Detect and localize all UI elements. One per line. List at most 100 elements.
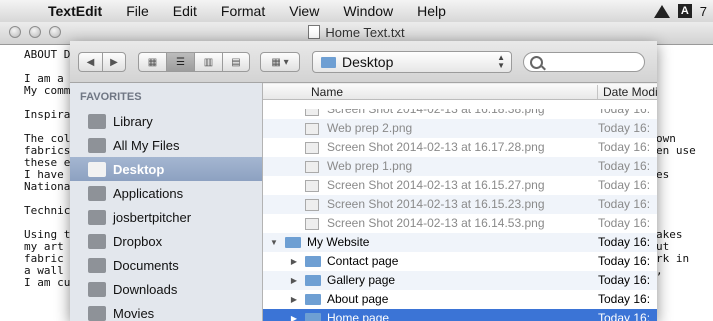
sidebar-item-label: josbertpitcher	[113, 209, 192, 225]
back-button[interactable]: ◀	[78, 52, 102, 72]
finder-sheet: ◀ ▶ ▦ ☰ ▥ ▤ ▦ ▾ Desktop ▲ ▼ FAVORITES Lib…	[70, 41, 658, 321]
search-input[interactable]	[546, 55, 642, 69]
adobe-icon[interactable]: A	[677, 4, 692, 18]
file-row[interactable]: ▶ About page Today 16:	[263, 290, 657, 309]
sidebar-item-library[interactable]: Library	[70, 109, 262, 133]
text-line: My comm	[24, 84, 71, 97]
sidebar-item-all-my-files[interactable]: All My Files	[70, 133, 262, 157]
chevron-left-icon: ◀	[86, 56, 95, 68]
file-date-modified: Today 16:	[598, 159, 651, 173]
documents-folder-icon	[88, 257, 106, 273]
movies-folder-icon	[88, 305, 106, 321]
list-header: Name Date Modi	[263, 84, 658, 100]
file-row[interactable]: Screen Shot 2014-02-13 at 16.18.38.png To…	[263, 100, 657, 119]
disclosure-open-icon[interactable]: ▼	[269, 233, 279, 252]
chevron-down-icon: ▾	[283, 56, 289, 68]
file-date-modified: Today 16:	[598, 235, 651, 249]
list-icon: ☰	[176, 56, 185, 68]
sidebar-item-label: Dropbox	[113, 233, 163, 249]
disclosure-closed-icon[interactable]: ▶	[289, 309, 299, 321]
sidebar-item-label: Documents	[113, 257, 179, 273]
file-row[interactable]: ▶ Home page Today 16:	[263, 309, 657, 321]
menu-extra-number[interactable]: 7	[700, 4, 707, 19]
sidebar-item-documents[interactable]: Documents	[70, 253, 262, 277]
image-file-icon	[305, 142, 319, 154]
file-name: Screen Shot 2014-02-13 at 16.17.28.png	[327, 140, 545, 154]
column-header-date-modified[interactable]: Date Modi	[597, 85, 658, 99]
sidebar-item-label: Applications	[113, 185, 184, 201]
file-date-modified: Today 16:	[598, 197, 651, 211]
downloads-icon	[88, 281, 106, 297]
file-name: Home page	[327, 311, 390, 321]
menu-edit[interactable]: Edit	[161, 3, 209, 19]
file-name: Web prep 2.png	[327, 121, 413, 135]
all-my-files-icon	[88, 137, 106, 153]
sidebar-item-label: Library	[113, 113, 153, 129]
desktop-folder-icon	[88, 161, 106, 177]
file-row[interactable]: Screen Shot 2014-02-13 at 16.15.27.png To…	[263, 176, 657, 195]
sidebar-item-movies[interactable]: Movies	[70, 301, 262, 321]
window-title-text: Home Text.txt	[325, 25, 405, 40]
column-header-name[interactable]: Name	[311, 85, 343, 99]
disclosure-closed-icon[interactable]: ▶	[289, 290, 299, 309]
file-row[interactable]: Web prep 2.png Today 16:	[263, 119, 657, 138]
sidebar-item-josbertpitcher[interactable]: josbertpitcher	[70, 205, 262, 229]
finder-sidebar: FAVORITES Library All My Files Desktop Appl…	[70, 83, 263, 321]
folder-icon	[305, 275, 321, 286]
file-row[interactable]: ▶ Contact page Today 16:	[263, 252, 657, 271]
coverflow-icon: ▤	[231, 56, 241, 68]
file-row[interactable]: Screen Shot 2014-02-13 at 16.14.53.png To…	[263, 214, 657, 233]
menu-file[interactable]: File	[114, 3, 161, 19]
file-date-modified: Today 16:	[598, 178, 651, 192]
menu-window[interactable]: Window	[331, 3, 405, 19]
text-line: Inspira	[24, 108, 71, 121]
text-line: I am cu	[24, 276, 71, 289]
updown-arrows-icon: ▲ ▼	[497, 53, 505, 70]
file-name: Screen Shot 2014-02-13 at 16.15.27.png	[327, 178, 545, 192]
search-field[interactable]	[523, 52, 645, 72]
list-view-button[interactable]: ☰	[166, 52, 194, 72]
nav-back-forward: ◀ ▶	[78, 52, 126, 72]
file-row[interactable]: Web prep 1.png Today 16:	[263, 157, 657, 176]
arrange-button[interactable]: ▦ ▾	[260, 52, 300, 72]
location-popup[interactable]: Desktop ▲ ▼	[312, 51, 512, 73]
sidebar-item-dropbox[interactable]: Dropbox	[70, 229, 262, 253]
text-line: Nationa	[24, 180, 71, 193]
sidebar-item-applications[interactable]: Applications	[70, 181, 262, 205]
finder-toolbar: ◀ ▶ ▦ ☰ ▥ ▤ ▦ ▾ Desktop ▲ ▼	[70, 41, 657, 83]
file-row[interactable]: Screen Shot 2014-02-13 at 16.15.23.png To…	[263, 195, 657, 214]
file-row[interactable]: Screen Shot 2014-02-13 at 16.17.28.png To…	[263, 138, 657, 157]
folder-icon	[305, 256, 321, 267]
icon-view-button[interactable]: ▦	[138, 52, 166, 72]
disclosure-closed-icon[interactable]: ▶	[289, 252, 299, 271]
forward-button[interactable]: ▶	[102, 52, 126, 72]
applications-icon	[88, 185, 106, 201]
coverflow-view-button[interactable]: ▤	[222, 52, 250, 72]
file-row[interactable]: ▼ My Website Today 16:	[263, 233, 657, 252]
menu-extras: A 7	[653, 4, 713, 19]
chevron-right-icon: ▶	[110, 56, 118, 68]
text-line: Technic	[24, 204, 71, 217]
text-line-fragment: es	[656, 168, 670, 181]
file-date-modified: Today 16:	[598, 311, 651, 321]
menu-textedit[interactable]: TextEdit	[36, 3, 114, 19]
file-row[interactable]: ▶ Gallery page Today 16:	[263, 271, 657, 290]
arrange-grid-icon: ▦	[271, 56, 281, 68]
sidebar-item-label: Downloads	[113, 281, 178, 297]
library-folder-icon	[88, 113, 106, 129]
sidebar-item-desktop[interactable]: Desktop	[70, 157, 262, 181]
dropbox-folder-icon	[88, 233, 106, 249]
sidebar-item-label: All My Files	[113, 137, 180, 153]
sidebar-heading-favorites: FAVORITES	[80, 91, 142, 103]
text-line-fragment: en use	[656, 144, 696, 157]
menu-format[interactable]: Format	[209, 3, 277, 19]
image-file-icon	[305, 199, 319, 211]
google-drive-icon[interactable]	[653, 4, 670, 18]
disclosure-closed-icon[interactable]: ▶	[289, 271, 299, 290]
column-view-button[interactable]: ▥	[194, 52, 222, 72]
menu-help[interactable]: Help	[405, 3, 458, 19]
search-icon	[530, 56, 543, 69]
menu-view[interactable]: View	[277, 3, 331, 19]
sidebar-item-downloads[interactable]: Downloads	[70, 277, 262, 301]
file-date-modified: Today 16:	[598, 121, 651, 135]
